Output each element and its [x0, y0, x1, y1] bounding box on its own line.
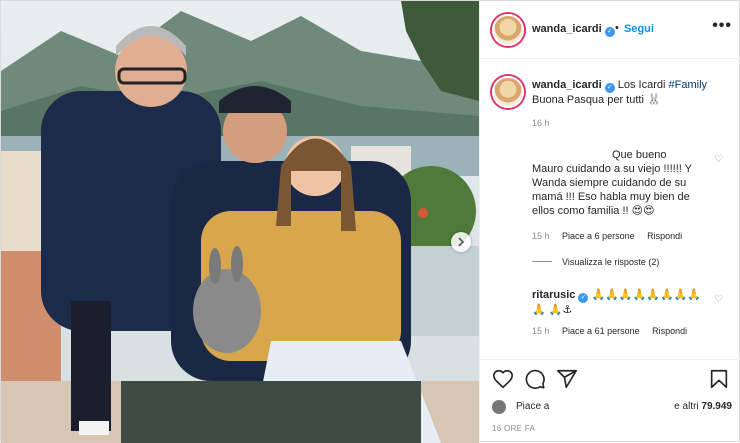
caption-avatar[interactable]	[492, 76, 524, 108]
caption-username[interactable]: wanda_icardi	[532, 79, 602, 91]
instagram-post: wanda_icardi ✓ • Segui ••• wanda_icardi ✓ …	[0, 0, 740, 443]
follow-button[interactable]: Segui	[624, 23, 654, 35]
likes-count[interactable]: e altri 79.949	[674, 401, 732, 412]
share-icon[interactable]	[556, 368, 578, 390]
reply-button[interactable]: Rispondi	[652, 326, 687, 336]
comment-username[interactable]: ritarusic	[532, 289, 575, 301]
comment-like-heart-icon[interactable]: ♡	[714, 154, 723, 165]
liker-avatar[interactable]	[492, 400, 506, 414]
caption: wanda_icardi ✓ Los Icardi #Family Buona P…	[532, 78, 732, 108]
comment-time: 15 h	[532, 326, 550, 336]
comment-username[interactable]: Que bueno	[612, 148, 666, 162]
caption-hashtag[interactable]: #Family	[669, 79, 708, 91]
comment: ritarusic ✓ 🙏🙏🙏🙏🙏🙏🙏🙏🙏 🙏⚓	[532, 288, 712, 317]
header-username[interactable]: wanda_icardi	[532, 23, 602, 35]
header-separator: •	[615, 22, 619, 34]
verified-badge-icon: ✓	[578, 293, 589, 303]
view-replies-label: Visualizza le risposte (2)	[562, 257, 660, 267]
verified-badge-icon: ✓	[604, 27, 615, 37]
header-username-block: wanda_icardi ✓	[532, 23, 615, 37]
caption-line2: Buona Pasqua per tutti 🐰	[532, 94, 661, 106]
comment-like-heart-icon[interactable]: ♡	[714, 294, 723, 305]
post-actions: Piace a e altri 79.949 16 ORE FA	[480, 359, 740, 443]
more-options-icon[interactable]: •••	[712, 17, 732, 35]
comment-likes[interactable]: Piace a 6 persone	[562, 231, 635, 241]
avatar[interactable]	[492, 14, 524, 46]
chevron-right-icon	[458, 237, 465, 247]
family-photo	[1, 1, 479, 443]
view-replies-button[interactable]: Visualizza le risposte (2)	[532, 257, 659, 267]
comment: Que bueno Mauro cuidando a su viejo !!!!…	[532, 148, 712, 218]
post-header: wanda_icardi ✓ • Segui •••	[480, 1, 740, 59]
comment-meta: 15 h Piace a 61 persone Rispondi	[532, 326, 697, 336]
verified-badge-icon: ✓	[604, 83, 615, 93]
caption-time: 16 h	[532, 118, 550, 128]
reply-button[interactable]: Rispondi	[647, 231, 682, 241]
likes-number: 79.949	[701, 401, 732, 412]
caption-text: Los Icardi	[617, 79, 666, 91]
next-image-button[interactable]	[451, 232, 471, 252]
divider	[532, 261, 552, 262]
bookmark-icon[interactable]	[708, 368, 730, 390]
comment-time: 15 h	[532, 231, 550, 241]
post-sidebar: wanda_icardi ✓ • Segui ••• wanda_icardi ✓ …	[479, 1, 740, 443]
comment-likes[interactable]: Piace a 61 persone	[562, 326, 640, 336]
post-photo[interactable]	[1, 1, 479, 443]
likes-others-prefix: e altri	[674, 401, 699, 412]
heart-icon[interactable]	[492, 368, 514, 390]
post-date: 16 ORE FA	[492, 424, 536, 433]
likes-label: Piace a	[516, 401, 550, 412]
comment-meta: 15 h Piace a 6 persone Rispondi	[532, 231, 692, 241]
comment-icon[interactable]	[524, 368, 546, 390]
